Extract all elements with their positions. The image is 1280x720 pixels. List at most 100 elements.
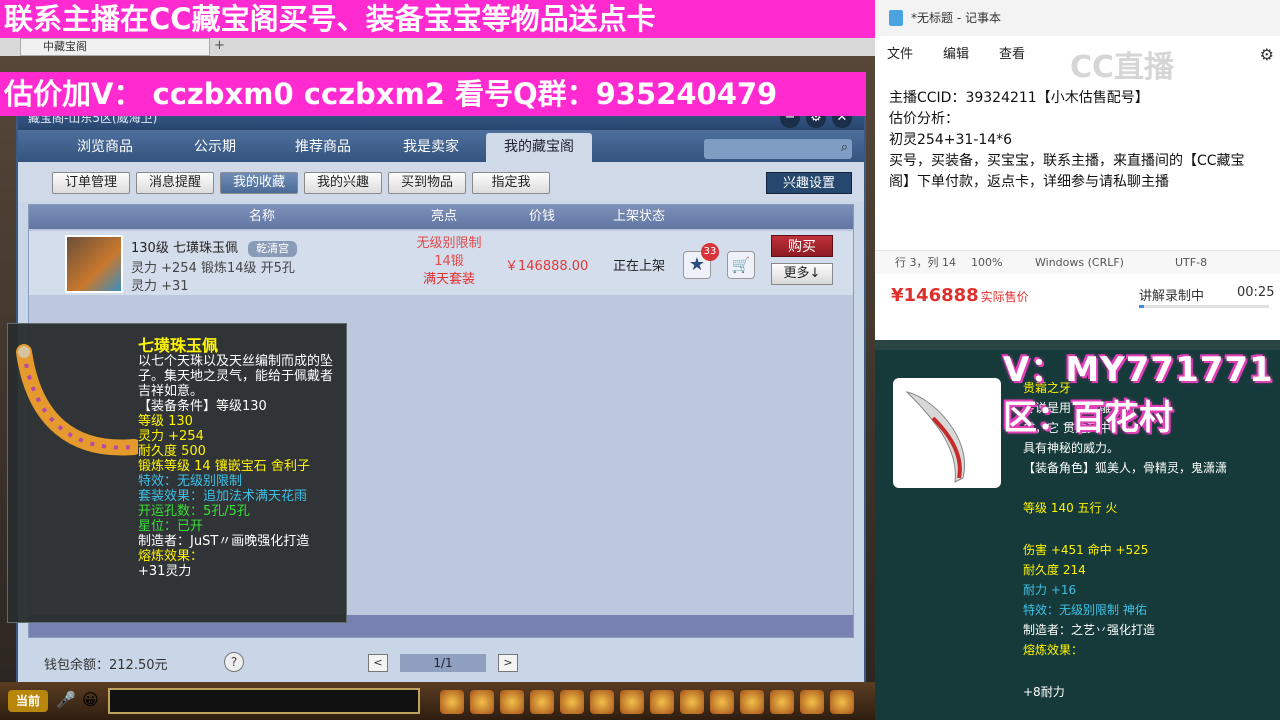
feature-no-level: 无级别限制: [416, 236, 482, 251]
tooltip-set: 套装效果：追加法术满天花雨: [138, 489, 308, 504]
tooltip-effect: 特效：无级别限制: [138, 474, 243, 489]
favorite-count-badge: 33: [701, 243, 719, 261]
col-status: 上架状态: [613, 209, 666, 224]
game-bottom-bar: 当前 🎤 😀: [0, 682, 875, 720]
tooltip-level: 等级 130: [138, 414, 193, 429]
search-icon[interactable]: ⌕: [841, 140, 848, 155]
tab-recommend[interactable]: 推荐商品: [270, 133, 376, 162]
gear-icon[interactable]: ⚙: [1260, 40, 1274, 70]
bought-button[interactable]: 买到物品: [388, 172, 466, 194]
tooltip-star: 星位：已开: [138, 519, 204, 534]
sale-price-label: 实际售价: [980, 290, 1029, 304]
current-channel-button[interactable]: 当前: [8, 690, 48, 712]
recording-progress: [1139, 305, 1269, 308]
buy-button[interactable]: 购买: [771, 235, 833, 257]
screen: 中藏宝阁 + 联系主播在CC藏宝阁买号、装备宝宝等物品送点卡 藏宝阁-山东5区(…: [0, 0, 1280, 720]
tooltip-melt-value: +31灵力: [138, 564, 192, 579]
item-stamina: 耐力 +16: [1023, 583, 1077, 597]
stream-price-row: ¥146888 实际售价 讲解录制中 00:25: [875, 275, 1280, 315]
tooltip-forge: 锻炼等级 14 镶嵌宝石 舍利子: [138, 459, 310, 474]
zoom-level: 100%: [971, 256, 1003, 269]
item-effect: 特效：无级别限制 神佑: [1023, 603, 1147, 617]
activity-icon[interactable]: [800, 690, 824, 714]
tab-seller[interactable]: 我是卖家: [378, 133, 484, 162]
notepad-titlebar: *无标题 - 记事本: [875, 0, 1280, 36]
sword-icon[interactable]: [470, 690, 494, 714]
item-maker: 制造者：之艺丷强化打造: [1023, 623, 1156, 637]
feature-set: 满天套装: [422, 272, 475, 287]
col-price: 价钱: [529, 209, 556, 224]
notepad-title: *无标题 - 记事本: [911, 11, 1001, 25]
shop-subnav: 订单管理 消息提醒 我的收藏 我的兴趣 买到物品 指定我 兴趣设置: [18, 162, 864, 202]
feature-forge: 14锻: [434, 254, 464, 269]
promo-banner-price: 估价加V： cczbxm0 cczbxm2 看号Q群：935240479: [0, 72, 866, 116]
emoji-icon[interactable]: 😀: [82, 690, 99, 709]
line-ending: Windows (CRLF): [1035, 256, 1124, 269]
tab-public[interactable]: 公示期: [162, 133, 268, 162]
browser-tab[interactable]: 中藏宝阁: [20, 38, 210, 56]
orders-button[interactable]: 订单管理: [52, 172, 130, 194]
tooltip-body: 以七个天珠以及天丝编制而成的坠子。集天地之灵气，能给于佩戴者吉祥如意。 【装备条…: [138, 354, 342, 579]
mail-icon[interactable]: [710, 690, 734, 714]
promo-banner-top: 联系主播在CC藏宝阁买号、装备宝宝等物品送点卡: [0, 0, 875, 38]
col-name: 名称: [249, 209, 276, 224]
new-tab-icon[interactable]: +: [214, 38, 225, 53]
item-melt-label: 熔炼效果：: [1023, 643, 1084, 657]
overlay-contact: V：MY771771: [1003, 350, 1274, 390]
tooltip-holes: 开运孔数：5孔/5孔: [138, 504, 250, 519]
item-thumbnail[interactable]: [65, 235, 123, 293]
cart-icon[interactable]: 🛒: [727, 251, 755, 279]
gift-icon[interactable]: [770, 690, 794, 714]
team-icon[interactable]: [560, 690, 584, 714]
tooltip-spirit: 灵力 +254: [138, 429, 204, 444]
tooltip-item-name: 七璜珠玉佩: [138, 336, 219, 355]
item-features: 无级别限制 14锻 满天套装: [389, 235, 509, 289]
messages-button[interactable]: 消息提醒: [136, 172, 214, 194]
sale-price-value: ¥146888: [891, 285, 979, 306]
assigned-button[interactable]: 指定我: [472, 172, 550, 194]
interest-settings-button[interactable]: 兴趣设置: [766, 172, 852, 194]
next-page-button[interactable]: >: [498, 654, 518, 672]
tab-my-shop[interactable]: 我的藏宝阁: [486, 133, 592, 162]
menu-file[interactable]: 文件: [887, 40, 913, 70]
item-damage: 伤害 +451 命中 +525: [1023, 543, 1149, 557]
encoding: UTF-8: [1175, 256, 1208, 269]
skill-icon[interactable]: [530, 690, 554, 714]
guild-icon[interactable]: [650, 690, 674, 714]
item-name: 130级 七璜珠玉佩: [131, 241, 238, 256]
friend-icon[interactable]: [590, 690, 614, 714]
item-tooltip: 七璜珠玉佩 以七个天珠以及天丝编制而成的坠子。集天地之灵气，能给于佩戴者吉祥如意…: [7, 323, 347, 623]
item-title: 130级 七璜珠玉佩 乾清宫: [131, 237, 298, 257]
table-row[interactable]: 130级 七璜珠玉佩 乾清宫 灵力 +254 锻炼14级 开5孔 灵力 +31 …: [29, 231, 853, 295]
col-feature: 亮点: [431, 209, 458, 224]
menu-edit[interactable]: 编辑: [943, 40, 969, 70]
notepad-icon: [889, 10, 903, 26]
tab-browse[interactable]: 浏览商品: [52, 133, 158, 162]
trade-icon[interactable]: [620, 690, 644, 714]
menu-view[interactable]: 查看: [999, 40, 1025, 70]
prev-page-button[interactable]: <: [368, 654, 388, 672]
wallet-balance: 钱包余额：212.50元: [44, 658, 168, 673]
notepad-statusbar: 行 3，列 14 100% Windows (CRLF) UTF-8: [875, 250, 1280, 274]
quest-icon[interactable]: [680, 690, 704, 714]
chat-input[interactable]: [108, 688, 420, 714]
search-input[interactable]: ⌕: [704, 139, 852, 159]
item-extra: 灵力 +31: [131, 279, 189, 294]
item-detail-panel: 贵霜之牙 传说是用 牙所雕刻而 成，它 贯注其中， 具有神秘的威力。 【装备角色…: [875, 340, 1280, 720]
fang-dagger-icon: [905, 391, 965, 483]
mic-icon[interactable]: 🎤: [56, 690, 76, 709]
tooltip-desc: 以七个天珠以及天丝编制而成的坠子。集天地之灵气，能给于佩戴者吉祥如意。: [138, 354, 334, 399]
page-indicator: 1/1: [400, 654, 486, 672]
overlay-server: 区：百花村: [1003, 398, 1173, 438]
help-icon[interactable]: ?: [224, 652, 244, 672]
pet-icon[interactable]: [500, 690, 524, 714]
interests-button[interactable]: 我的兴趣: [304, 172, 382, 194]
favorites-button[interactable]: 我的收藏: [220, 172, 298, 194]
notepad-text-area[interactable]: 主播CCID：39324211【小木估售配号】 估价分析： 初灵254+31-1…: [889, 88, 1279, 193]
system-icon[interactable]: [830, 690, 854, 714]
recording-label: 讲解录制中: [1139, 289, 1205, 304]
more-button[interactable]: 更多↓: [771, 263, 833, 285]
shop-icon[interactable]: [740, 690, 764, 714]
tooltip-durability: 耐久度 500: [138, 444, 206, 459]
bag-icon[interactable]: [440, 690, 464, 714]
